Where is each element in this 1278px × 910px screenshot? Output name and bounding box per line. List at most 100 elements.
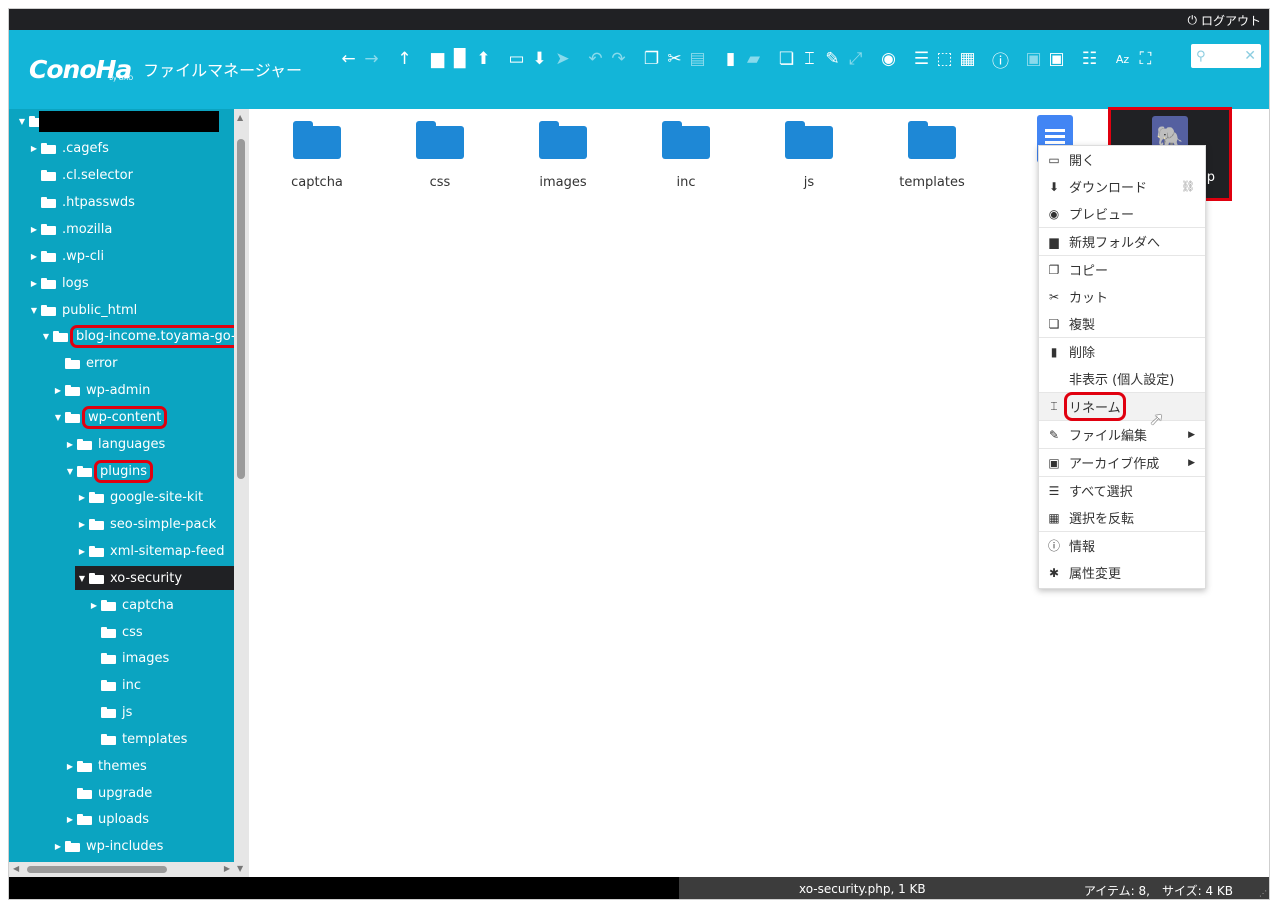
ctx-open[interactable]: ▭ 開く <box>1039 146 1205 173</box>
tree-item[interactable]: ▼ public_html <box>29 298 137 322</box>
scroll-up-icon[interactable]: ▲ <box>237 113 243 122</box>
paste-icon[interactable]: ▤ <box>686 48 709 70</box>
ctx-preview[interactable]: ◉ プレビュー <box>1039 200 1205 227</box>
file-item-folder[interactable]: images <box>513 113 613 190</box>
collapsed-arrow-icon[interactable]: ▶ <box>77 493 87 502</box>
collapsed-arrow-icon[interactable]: ▶ <box>77 547 87 556</box>
up-icon[interactable]: ↑ <box>393 48 416 70</box>
ctx-copy[interactable]: ❐ コピー <box>1039 256 1205 283</box>
archive-icon[interactable]: ▣ <box>1045 48 1068 70</box>
edit-icon[interactable]: ✎ <box>821 48 844 70</box>
tree-item[interactable]: ▶ .mozilla <box>29 217 112 241</box>
extract-icon[interactable]: ▣ <box>1022 48 1045 70</box>
scroll-left-icon[interactable]: ◀ <box>13 864 19 873</box>
tree-item[interactable]: ▼ xo-security <box>75 566 234 590</box>
ctx-edit[interactable]: ✎ ファイル編集 ▶ <box>1039 421 1205 448</box>
undo-icon[interactable]: ↶ <box>584 48 607 70</box>
collapsed-arrow-icon[interactable]: ▶ <box>89 601 99 610</box>
fullscreen-icon[interactable]: ⛶ <box>1134 48 1157 70</box>
tree-item[interactable]: ▼ plugins <box>65 459 153 483</box>
expanded-arrow-icon[interactable]: ▼ <box>17 117 27 126</box>
tree-item[interactable]: inc <box>89 673 141 697</box>
tree-item[interactable]: ▶ themes <box>65 754 147 778</box>
link-icon[interactable]: ⛓ <box>1181 180 1195 193</box>
ctx-duplicate[interactable]: ❏ 複製 <box>1039 310 1205 337</box>
resize-icon[interactable]: ⤢ <box>844 48 867 70</box>
tree-item[interactable]: ▶ xml-sitemap-feed <box>77 539 225 563</box>
file-item-folder[interactable]: js <box>759 113 859 190</box>
preview-icon[interactable]: ◉ <box>877 48 900 70</box>
tree-item[interactable]: upgrade <box>65 781 152 805</box>
expanded-arrow-icon[interactable]: ▼ <box>29 306 39 315</box>
collapsed-arrow-icon[interactable]: ▶ <box>65 762 75 771</box>
ctx-info[interactable]: ⓘ 情報 <box>1039 532 1205 559</box>
clear-search-icon[interactable]: ✕ <box>1244 48 1256 64</box>
file-item-folder[interactable]: captcha <box>267 113 367 190</box>
collapsed-arrow-icon[interactable]: ▶ <box>53 842 63 851</box>
tree-item[interactable]: ▶ wp-admin <box>53 378 150 402</box>
tree-item[interactable]: .cl.selector <box>29 163 133 187</box>
resize-grip-icon[interactable]: ⋰ <box>1259 889 1267 898</box>
select-none-icon[interactable]: ⬚ <box>933 48 956 70</box>
tree-item[interactable]: ▶ uploads <box>65 807 149 831</box>
expanded-arrow-icon[interactable]: ▼ <box>77 574 87 583</box>
hscroll-thumb[interactable] <box>27 866 167 873</box>
ctx-cut[interactable]: ✂ カット <box>1039 283 1205 310</box>
expanded-arrow-icon[interactable]: ▼ <box>53 413 63 422</box>
ctx-download[interactable]: ⬇ ダウンロード ⛓ <box>1039 173 1205 200</box>
scroll-thumb[interactable] <box>237 139 245 479</box>
tree-item[interactable]: ▶ seo-simple-pack <box>77 512 216 536</box>
collapsed-arrow-icon[interactable]: ▶ <box>65 440 75 449</box>
invert-selection-icon[interactable]: ▦ <box>956 48 979 70</box>
tree-item[interactable]: images <box>89 646 169 670</box>
redo-icon[interactable]: ↷ <box>607 48 630 70</box>
empty-icon[interactable]: ▰ <box>742 48 765 70</box>
trash-icon[interactable]: ▮ <box>719 48 742 70</box>
new-file-icon[interactable]: ▉ <box>449 48 472 70</box>
logout-button[interactable]: ⏻ ログアウト <box>1187 12 1261 29</box>
new-folder-icon[interactable]: ▆ <box>426 48 449 70</box>
collapsed-arrow-icon[interactable]: ▶ <box>53 386 63 395</box>
info-icon[interactable]: ⓘ <box>989 48 1012 72</box>
download-icon[interactable]: ⬇ <box>528 48 551 70</box>
file-item-folder[interactable]: templates <box>882 113 982 190</box>
collapsed-arrow-icon[interactable]: ▶ <box>77 520 87 529</box>
scroll-down-icon[interactable]: ▼ <box>237 864 243 873</box>
search-input[interactable] <box>1208 49 1239 63</box>
sort-icon[interactable]: Az <box>1111 48 1134 70</box>
open-icon[interactable]: ▭ <box>505 48 528 70</box>
file-item-folder[interactable]: inc <box>636 113 736 190</box>
collapsed-arrow-icon[interactable]: ▶ <box>29 144 39 153</box>
tree-horizontal-scrollbar[interactable]: ◀ ▶ <box>9 862 234 877</box>
collapsed-arrow-icon[interactable]: ▶ <box>29 279 39 288</box>
tree-item[interactable]: ▶ .wp-cli <box>29 244 104 268</box>
tree-item[interactable]: .htpasswds <box>29 190 135 214</box>
view-icon[interactable]: ☷ <box>1078 48 1101 70</box>
tree-item[interactable]: ▶ .cagefs <box>29 136 109 160</box>
tree-item[interactable]: ▶ google-site-kit <box>77 485 203 509</box>
collapsed-arrow-icon[interactable]: ▶ <box>29 252 39 261</box>
copy-icon[interactable]: ❐ <box>640 48 663 70</box>
ctx-delete[interactable]: ▮ 削除 <box>1039 338 1205 365</box>
upload-icon[interactable]: ⬆ <box>472 48 495 70</box>
duplicate-icon[interactable]: ❏ <box>775 48 798 70</box>
ctx-invert[interactable]: ▦ 選択を反転 <box>1039 504 1205 531</box>
expanded-arrow-icon[interactable]: ▼ <box>41 332 51 341</box>
pointer-icon[interactable]: ➤ <box>551 48 574 70</box>
rename-icon[interactable]: ⌶ <box>798 48 821 70</box>
tree-item[interactable]: ▶ wp-includes <box>53 834 164 858</box>
expanded-arrow-icon[interactable]: ▼ <box>65 467 75 476</box>
ctx-hide[interactable]: 非表示 (個人設定) <box>1039 365 1205 392</box>
collapsed-arrow-icon[interactable]: ▶ <box>65 815 75 824</box>
ctx-new-folder[interactable]: ▆ 新規フォルダへ <box>1039 228 1205 255</box>
tree-vertical-scrollbar[interactable]: ▲ ▼ <box>234 109 249 877</box>
collapsed-arrow-icon[interactable]: ▶ <box>29 225 39 234</box>
cut-icon[interactable]: ✂ <box>663 48 686 70</box>
tree-item[interactable]: error <box>53 351 117 375</box>
tree-item[interactable]: ▼ blog-income.toyama-go-z <box>41 324 249 348</box>
tree-item[interactable]: ▶ languages <box>65 432 165 456</box>
tree-item[interactable]: ▶ captcha <box>89 593 174 617</box>
tree-item[interactable]: ▶ logs <box>29 271 89 295</box>
tree-item[interactable]: css <box>89 620 143 644</box>
tree-item[interactable]: templates <box>89 727 187 751</box>
